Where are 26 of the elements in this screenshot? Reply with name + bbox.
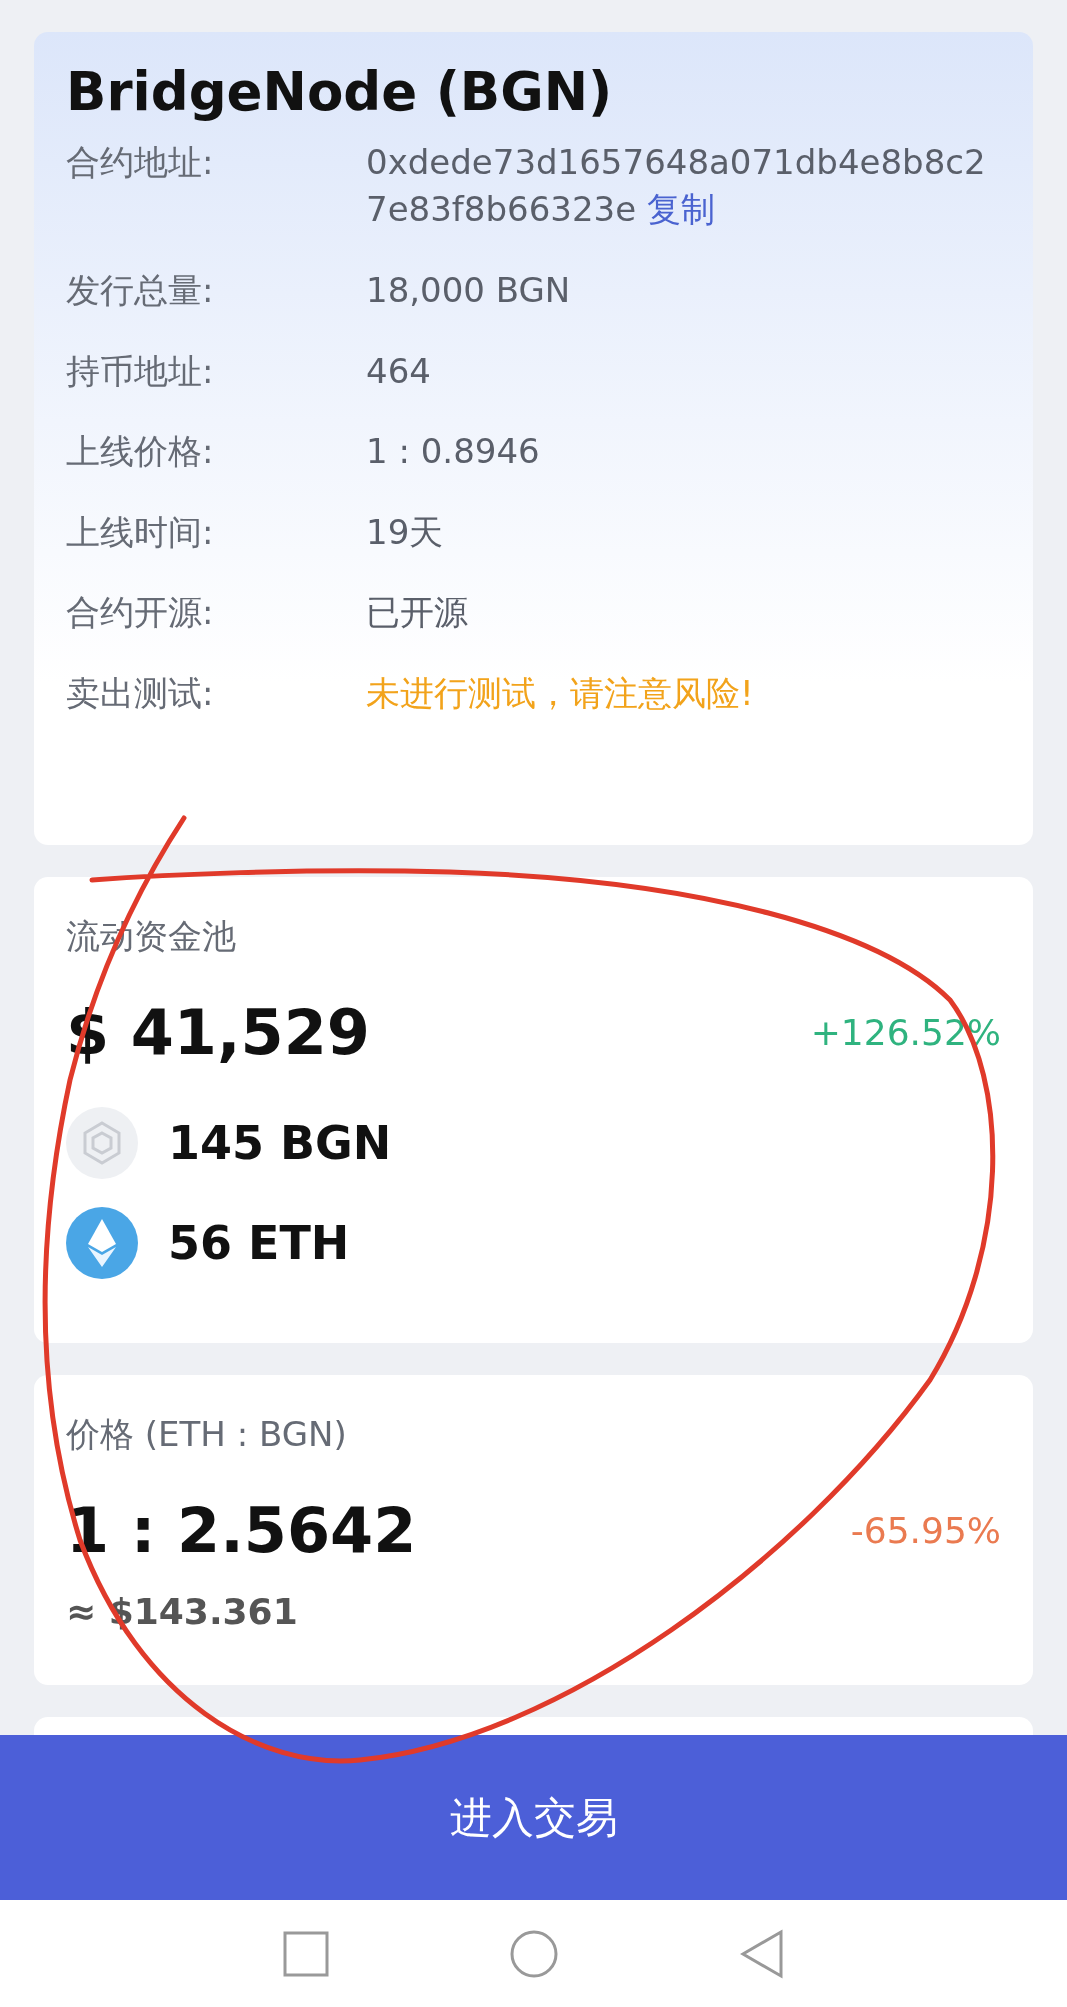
- detail-label: 合约开源:: [66, 591, 215, 635]
- asset-amount: 145 BGN: [168, 1114, 392, 1172]
- address-value: 0xdede73d1657648a071db4e8b8c27e83f8b66323e 复制: [366, 140, 987, 232]
- token-title: BridgeNode (BGN): [66, 60, 614, 124]
- enter-trade-button[interactable]: 进入交易: [0, 1735, 1067, 1900]
- detail-label: 上线价格:: [66, 430, 215, 474]
- detail-label: 持币地址:: [66, 349, 215, 393]
- asset-amount: 56 ETH: [168, 1214, 350, 1272]
- diamond-coin-icon: [66, 1207, 138, 1279]
- detail-label: 合约地址:: [66, 140, 215, 184]
- detail-value: 已开源: [366, 591, 469, 635]
- square-icon[interactable]: [282, 1930, 329, 1977]
- home-icon[interactable]: [508, 1928, 559, 1979]
- copy-link[interactable]: 复制: [646, 189, 715, 230]
- section-title: 价格 (ETH : BGN): [66, 1413, 348, 1456]
- warning-value: 未进行测试，请注意风险!: [366, 672, 755, 716]
- detail-value: 1 : 0.8946: [366, 430, 541, 474]
- detail-value: 19天: [366, 510, 445, 554]
- detail-value: 18,000 BGN: [366, 269, 572, 313]
- detail-value: 464: [366, 349, 432, 393]
- detail-label: 发行总量:: [66, 269, 215, 313]
- change-percent: -65.95%: [850, 1508, 1001, 1553]
- hexagon-coin-icon: [66, 1107, 138, 1179]
- detail-label: 上线时间:: [66, 510, 215, 554]
- back-icon[interactable]: [738, 1928, 785, 1979]
- detail-label: 卖出测试:: [66, 672, 215, 716]
